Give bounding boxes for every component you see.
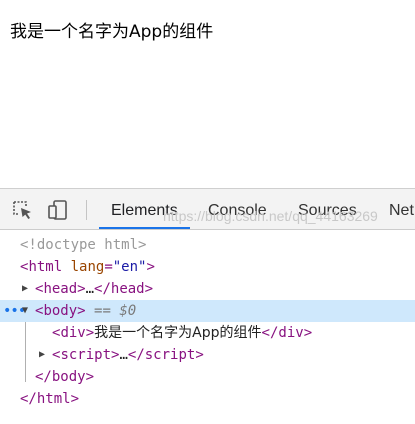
tab-network-label: Net	[389, 202, 414, 219]
inspect-element-icon[interactable]	[12, 200, 34, 220]
body-close-tag-name: body	[51, 369, 86, 385]
dom-node-body[interactable]: ••• ▼ <body> == $0	[0, 300, 415, 322]
selected-node-marker: == $0	[94, 303, 137, 319]
device-toolbar-icon[interactable]	[47, 200, 69, 220]
html-close-tag-name: html	[36, 391, 71, 407]
html-attr-name: lang	[70, 259, 105, 275]
app-component-text: 我是一个名字为App的组件	[10, 22, 214, 42]
dom-node-doctype[interactable]: <!doctype html>	[0, 234, 415, 256]
script-tag-name: script	[60, 347, 112, 363]
toolbar-separator	[86, 200, 87, 220]
html-tag-name: html	[28, 259, 63, 275]
tab-network[interactable]: Net	[389, 189, 414, 229]
div-text-content: 我是一个名字为App的组件	[94, 325, 262, 341]
html-attr-value: "en"	[112, 259, 147, 275]
dom-node-div[interactable]: <div>我是一个名字为App的组件</div>	[0, 322, 415, 344]
dom-node-html[interactable]: <html lang="en">	[0, 256, 415, 278]
doctype-text: <!doctype html>	[20, 237, 147, 253]
body-tag-name: body	[43, 303, 78, 319]
dom-node-html-close[interactable]: </html>	[0, 388, 415, 410]
dom-tree: <!doctype html> <html lang="en"> ▶ <head…	[0, 232, 415, 424]
head-collapsed-ellipsis[interactable]: …	[86, 281, 94, 297]
page-viewport: 我是一个名字为App的组件	[0, 0, 415, 188]
dom-node-script[interactable]: ▶ <script>…</script>	[0, 344, 415, 366]
head-tag-name: head	[43, 281, 78, 297]
dom-node-head[interactable]: ▶ <head>…</head>	[0, 278, 415, 300]
script-collapsed-ellipsis[interactable]: …	[119, 347, 127, 363]
expand-triangle-icon[interactable]: ▶	[39, 344, 45, 366]
expand-triangle-icon[interactable]: ▶	[22, 278, 28, 300]
watermark-text: https://blog.csdn.net/qq_44163269	[163, 208, 378, 224]
dom-node-body-close[interactable]: </body>	[0, 366, 415, 388]
collapse-triangle-icon[interactable]: ▼	[22, 300, 28, 322]
div-tag-name: div	[60, 325, 86, 341]
